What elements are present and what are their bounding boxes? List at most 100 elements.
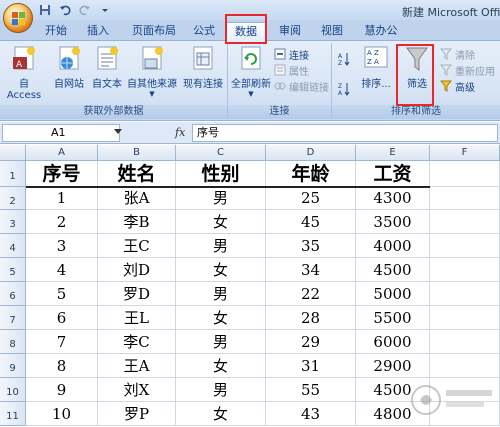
table-cell[interactable]: 6	[26, 306, 98, 330]
header-cell[interactable]: 年龄	[266, 161, 356, 187]
column-header-e[interactable]: E	[356, 145, 430, 161]
table-cell[interactable]: 55	[266, 378, 356, 402]
column-header-f[interactable]: F	[430, 145, 500, 161]
row-header[interactable]: 6	[0, 282, 26, 306]
table-cell[interactable]: 王C	[98, 234, 176, 258]
table-cell[interactable]: 9	[26, 378, 98, 402]
header-cell[interactable]: 姓名	[98, 161, 176, 187]
table-cell[interactable]: 男	[176, 187, 266, 210]
tab-page-layout[interactable]: 页面布局	[124, 22, 184, 41]
table-cell[interactable]: 35	[266, 234, 356, 258]
column-header-d[interactable]: D	[266, 145, 356, 161]
undo-icon[interactable]	[58, 3, 72, 17]
table-cell[interactable]: 5500	[356, 306, 430, 330]
row-header[interactable]: 1	[0, 161, 26, 187]
table-cell[interactable]: 罗P	[98, 402, 176, 426]
office-button[interactable]	[3, 3, 33, 33]
from-access-button[interactable]: A 自 Access	[2, 45, 46, 101]
row-header[interactable]: 8	[0, 330, 26, 354]
existing-connections-button[interactable]: 现有连接	[180, 45, 226, 90]
table-cell[interactable]: 王A	[98, 354, 176, 378]
table-cell[interactable]: 22	[266, 282, 356, 306]
header-cell[interactable]: 序号	[26, 161, 98, 187]
table-cell[interactable]	[430, 210, 500, 234]
table-cell[interactable]: 罗D	[98, 282, 176, 306]
table-cell[interactable]: 3500	[356, 210, 430, 234]
table-cell[interactable]: 10	[26, 402, 98, 426]
table-cell[interactable]: 女	[176, 402, 266, 426]
table-cell[interactable]: 男	[176, 378, 266, 402]
save-icon[interactable]	[38, 3, 52, 17]
table-cell[interactable]: 4	[26, 258, 98, 282]
tab-data[interactable]: 数据	[226, 22, 266, 41]
tab-insert[interactable]: 插入	[80, 22, 116, 41]
table-cell[interactable]: 女	[176, 210, 266, 234]
table-cell[interactable]: 5	[26, 282, 98, 306]
table-cell[interactable]	[430, 282, 500, 306]
row-header[interactable]: 5	[0, 258, 26, 282]
filter-button[interactable]: 筛选	[398, 45, 436, 90]
name-box-dropdown-icon[interactable]	[114, 129, 122, 134]
clear-filter-button[interactable]: 清除	[439, 47, 475, 62]
reapply-button[interactable]: 重新应用	[439, 63, 495, 78]
header-cell[interactable]	[430, 161, 500, 187]
header-cell[interactable]: 性别	[176, 161, 266, 187]
table-cell[interactable]	[430, 258, 500, 282]
table-cell[interactable]: 45	[266, 210, 356, 234]
from-other-sources-button[interactable]: 自其他来源 ▼	[124, 45, 180, 98]
column-header-b[interactable]: B	[98, 145, 176, 161]
table-cell[interactable]: 25	[266, 187, 356, 210]
tab-formulas[interactable]: 公式	[186, 22, 222, 41]
select-all-corner[interactable]	[0, 145, 26, 161]
from-text-button[interactable]: 自文本	[88, 45, 126, 90]
table-cell[interactable]: 8	[26, 354, 98, 378]
table-cell[interactable]: 4500	[356, 258, 430, 282]
table-cell[interactable]: 1	[26, 187, 98, 210]
table-cell[interactable]	[430, 330, 500, 354]
table-cell[interactable]: 李B	[98, 210, 176, 234]
tab-review[interactable]: 审阅	[272, 22, 308, 41]
table-cell[interactable]: 4300	[356, 187, 430, 210]
table-cell[interactable]	[430, 187, 500, 210]
table-cell[interactable]: 王L	[98, 306, 176, 330]
table-cell[interactable]: 31	[266, 354, 356, 378]
table-cell[interactable]: 2900	[356, 354, 430, 378]
table-cell[interactable]: 3	[26, 234, 98, 258]
column-header-a[interactable]: A	[26, 145, 98, 161]
table-cell[interactable]	[430, 354, 500, 378]
table-cell[interactable]	[430, 234, 500, 258]
fx-icon[interactable]: fx	[175, 126, 185, 139]
tab-view[interactable]: 视图	[314, 22, 350, 41]
table-cell[interactable]: 女	[176, 258, 266, 282]
qat-customize-icon[interactable]	[98, 3, 112, 17]
table-cell[interactable]: 34	[266, 258, 356, 282]
header-cell[interactable]: 工资	[356, 161, 430, 187]
table-cell[interactable]: 男	[176, 282, 266, 306]
tab-home[interactable]: 开始	[38, 22, 74, 41]
table-cell[interactable]: 28	[266, 306, 356, 330]
row-header[interactable]: 3	[0, 210, 26, 234]
row-header[interactable]: 9	[0, 354, 26, 378]
table-cell[interactable]: 男	[176, 234, 266, 258]
sort-ascending-button[interactable]: AZ	[338, 51, 350, 67]
properties-button[interactable]: 属性	[274, 63, 309, 78]
table-cell[interactable]: 女	[176, 354, 266, 378]
row-header[interactable]: 2	[0, 187, 26, 210]
tab-huibangong[interactable]: 慧办公	[358, 22, 404, 41]
name-box[interactable]: A1	[2, 124, 120, 142]
row-header[interactable]: 10	[0, 378, 26, 402]
column-header-c[interactable]: C	[176, 145, 266, 161]
sort-descending-button[interactable]: ZA	[338, 81, 350, 97]
table-cell[interactable]: 女	[176, 306, 266, 330]
row-header[interactable]: 11	[0, 402, 26, 426]
sort-button[interactable]: A ZZ A 排序...	[356, 45, 396, 90]
table-cell[interactable]: 43	[266, 402, 356, 426]
row-header[interactable]: 7	[0, 306, 26, 330]
table-cell[interactable]: 李C	[98, 330, 176, 354]
table-cell[interactable]	[430, 306, 500, 330]
table-cell[interactable]: 6000	[356, 330, 430, 354]
row-header[interactable]: 4	[0, 234, 26, 258]
table-cell[interactable]: 张A	[98, 187, 176, 210]
table-cell[interactable]: 刘X	[98, 378, 176, 402]
advanced-filter-button[interactable]: 高级	[439, 79, 475, 94]
